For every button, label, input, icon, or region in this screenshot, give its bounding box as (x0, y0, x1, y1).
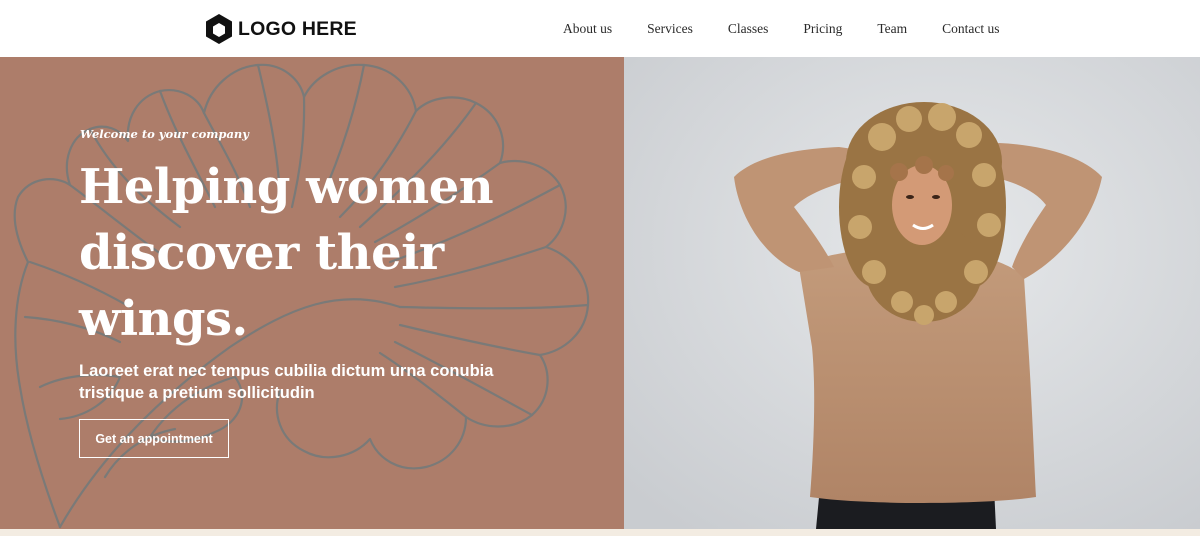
hero-subtext: Laoreet erat nec tempus cubilia dictum u… (79, 362, 494, 402)
nav-services[interactable]: Services (647, 21, 693, 37)
main-nav: About us Services Classes Pricing Team C… (563, 20, 1000, 38)
hexagon-logo-icon (206, 14, 232, 44)
nav-about-us[interactable]: About us (563, 21, 612, 37)
logo-text: LOGO HERE (238, 17, 357, 40)
hero-eyebrow: Welcome to your company (80, 127, 249, 141)
logo-link[interactable]: LOGO HERE (204, 13, 357, 45)
hero-text-panel: Welcome to your company Helping women di… (0, 57, 624, 529)
nav-classes[interactable]: Classes (728, 21, 769, 37)
nav-pricing[interactable]: Pricing (803, 21, 842, 37)
get-appointment-button[interactable]: Get an appointment (79, 419, 229, 458)
nav-contact-us[interactable]: Contact us (942, 21, 999, 37)
bottom-strip (0, 529, 1200, 536)
hero-photo (624, 57, 1200, 529)
nav-team[interactable]: Team (877, 21, 907, 37)
hero-headline: Helping women discover their wings. (79, 159, 494, 347)
hero-photo-panel (624, 57, 1200, 529)
site-header: LOGO HERE About us Services Classes Pric… (0, 0, 1200, 57)
